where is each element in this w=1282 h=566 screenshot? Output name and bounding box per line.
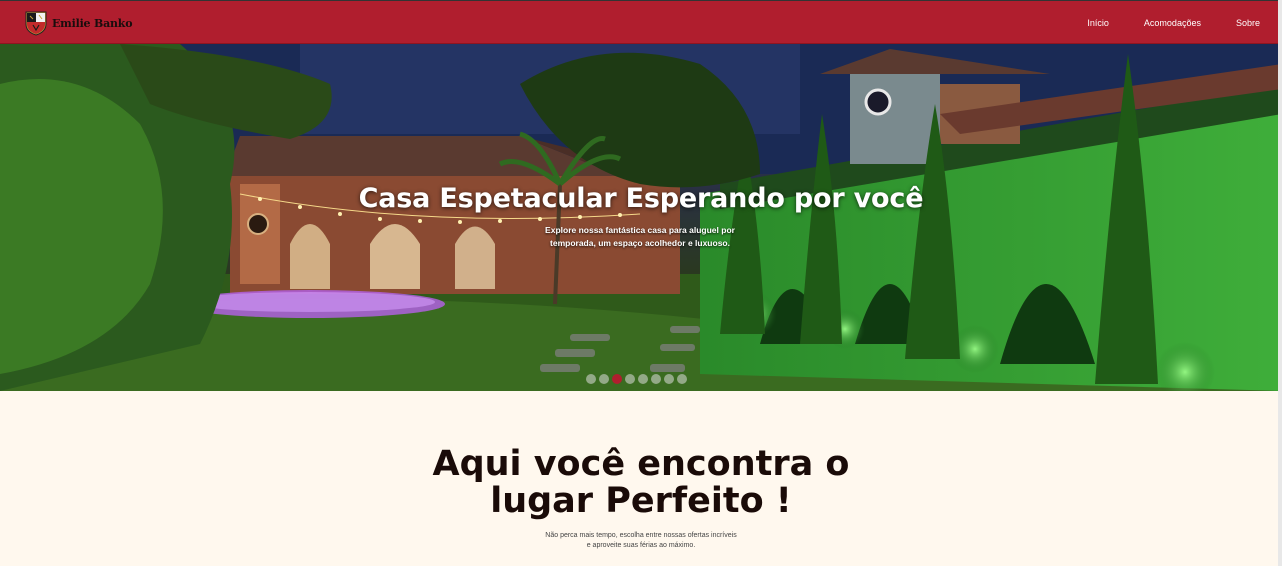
carousel-dot-2[interactable] (599, 374, 609, 384)
brand-logo[interactable]: Emilie Banko (24, 9, 133, 37)
nav-link-inicio[interactable]: Início (1087, 18, 1109, 28)
intro-headline: Aqui você encontra o lugar Perfeito ! (0, 446, 1282, 520)
carousel-indicators (586, 374, 690, 384)
nav-link-acomodacoes[interactable]: Acomodações (1144, 18, 1201, 28)
nav-links: Início Acomodações Sobre (1052, 1, 1260, 45)
carousel-dot-7[interactable] (664, 374, 674, 384)
hero-carousel[interactable]: Casa Espetacular Esperando por você Expl… (0, 44, 1282, 391)
carousel-dot-6[interactable] (651, 374, 661, 384)
intro-headline-line: lugar Perfeito ! (490, 481, 792, 521)
page-scrollbar[interactable] (1278, 0, 1282, 566)
top-navbar: Emilie Banko Início Acomodações Sobre (0, 0, 1282, 44)
carousel-dot-5[interactable] (638, 374, 648, 384)
intro-subtext-line: Não perca mais tempo, escolha entre noss… (545, 532, 737, 539)
intro-subtext-line: e aproveite suas férias ao máximo. (586, 542, 696, 549)
hero-image (0, 44, 1282, 391)
crest-icon (25, 11, 47, 36)
hero-subtitle-line: temporada, um espaço acolhedor e luxuoso… (550, 238, 730, 248)
brand-name: Emilie Banko (52, 16, 133, 30)
intro-section: Aqui você encontra o lugar Perfeito ! Nã… (0, 391, 1282, 566)
carousel-dot-1[interactable] (586, 374, 596, 384)
carousel-dot-4[interactable] (625, 374, 635, 384)
intro-headline-line: Aqui você encontra o (432, 444, 850, 484)
carousel-dot-3[interactable] (612, 374, 622, 384)
nav-link-sobre[interactable]: Sobre (1236, 18, 1260, 28)
intro-subtext: Não perca mais tempo, escolha entre noss… (0, 531, 1282, 551)
hero-subtitle: Explore nossa fantástica casa para alugu… (540, 224, 740, 250)
hero-title: Casa Espetacular Esperando por você (358, 183, 924, 214)
hero-subtitle-line: Explore nossa fantástica casa para alugu… (545, 225, 735, 235)
carousel-dot-8[interactable] (677, 374, 687, 384)
